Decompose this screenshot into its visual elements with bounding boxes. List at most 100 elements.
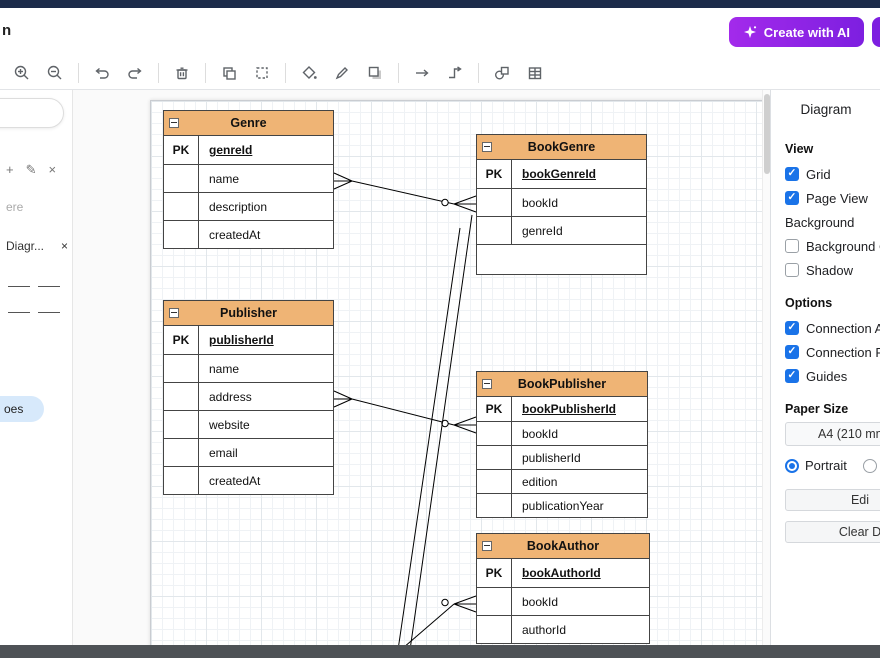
connection-points-option[interactable]: Connection Po: [785, 340, 880, 364]
line-shape[interactable]: [4, 273, 34, 299]
connection-arrows-label: Connection Ar: [806, 321, 880, 336]
background-color-option[interactable]: Background C: [785, 234, 880, 258]
table-row[interactable]: createdAt: [164, 220, 333, 248]
edit-button[interactable]: Edi: [785, 489, 880, 511]
arrow-icon[interactable]: [412, 63, 432, 83]
table-row[interactable]: address: [164, 382, 333, 410]
table-row[interactable]: authorId: [477, 615, 649, 643]
connector-icon[interactable]: [445, 63, 465, 83]
more-shapes-item[interactable]: oes: [0, 396, 44, 422]
zoom-out-icon[interactable]: [45, 63, 65, 83]
table-row[interactable]: edition: [477, 469, 647, 493]
collapse-icon[interactable]: [169, 308, 179, 318]
connection-arrows-option[interactable]: Connection Ar: [785, 316, 880, 340]
field-cell: email: [199, 439, 333, 466]
collapse-icon[interactable]: [482, 541, 492, 551]
connection-arrows-checkbox[interactable]: [785, 321, 799, 335]
create-with-ai-button[interactable]: Create with AI: [729, 17, 864, 47]
undo-icon[interactable]: [92, 63, 112, 83]
line-shape[interactable]: [34, 299, 64, 325]
guides-checkbox[interactable]: [785, 369, 799, 383]
line-color-icon[interactable]: [332, 63, 352, 83]
table-row[interactable]: PKgenreId: [164, 136, 333, 164]
field-cell: publicationYear: [512, 494, 647, 517]
table-row[interactable]: email: [164, 438, 333, 466]
close-icon[interactable]: ×: [49, 162, 57, 178]
edit-icon[interactable]: ✎: [26, 162, 37, 178]
search-input[interactable]: [0, 98, 64, 128]
table-row[interactable]: bookId: [477, 587, 649, 615]
fill-color-icon[interactable]: [299, 63, 319, 83]
view-section-label: View: [785, 142, 880, 156]
table-row[interactable]: bookId: [477, 421, 647, 445]
toolbar-divider: [478, 63, 479, 83]
grid-option[interactable]: Grid: [785, 162, 880, 186]
copy-icon[interactable]: [219, 63, 239, 83]
connection-points-checkbox[interactable]: [785, 345, 799, 359]
page-view-checkbox[interactable]: [785, 191, 799, 205]
table-row[interactable]: genreId: [477, 216, 646, 244]
add-icon[interactable]: +: [6, 162, 14, 178]
table-row[interactable]: PKpublisherId: [164, 326, 333, 354]
entity-bookpublisher[interactable]: BookPublisher PKbookPublisherId bookId p…: [476, 371, 648, 518]
table-row[interactable]: name: [164, 164, 333, 192]
guides-option[interactable]: Guides: [785, 364, 880, 388]
grid-checkbox[interactable]: [785, 167, 799, 181]
entity-bookgenre[interactable]: BookGenre PKbookGenreId bookId genreId: [476, 134, 647, 275]
field-cell: bookGenreId: [512, 160, 646, 188]
field-cell: publisherId: [199, 326, 333, 354]
diagram-canvas[interactable]: Genre PKgenreId name description created…: [73, 90, 762, 645]
table-row[interactable]: website: [164, 410, 333, 438]
line-shape[interactable]: [4, 299, 34, 325]
table-row[interactable]: bookId: [477, 188, 646, 216]
cutoff-purple-button[interactable]: [872, 17, 880, 47]
pk-cell: PK: [477, 160, 512, 188]
page-view-option[interactable]: Page View: [785, 186, 880, 210]
collapse-icon[interactable]: [169, 118, 179, 128]
pk-cell: PK: [477, 559, 512, 587]
background-color-checkbox[interactable]: [785, 239, 799, 253]
delete-icon[interactable]: [172, 63, 192, 83]
vertical-scrollbar[interactable]: [762, 90, 770, 645]
paper-size-select[interactable]: A4 (210 mm: [785, 422, 880, 446]
field-cell: description: [199, 193, 333, 220]
table-row[interactable]: PKbookPublisherId: [477, 397, 647, 421]
table-row[interactable]: createdAt: [164, 466, 333, 494]
entity-genre[interactable]: Genre PKgenreId name description created…: [163, 110, 334, 249]
entity-bookauthor[interactable]: BookAuthor PKbookAuthorId bookId authorI…: [476, 533, 650, 644]
toolbar-divider: [398, 63, 399, 83]
landscape-radio[interactable]: [863, 459, 877, 473]
shadow-option[interactable]: Shadow: [785, 258, 880, 282]
table-row[interactable]: PKbookGenreId: [477, 160, 646, 188]
insert-table-icon[interactable]: [525, 63, 545, 83]
field-cell: publisherId: [512, 446, 647, 469]
table-row[interactable]: publisherId: [477, 445, 647, 469]
zoom-in-icon[interactable]: [12, 63, 32, 83]
collapse-icon[interactable]: [482, 142, 492, 152]
field-cell: bookPublisherId: [512, 397, 647, 421]
select-dashed-icon[interactable]: [252, 63, 272, 83]
background-label-row: Background: [785, 210, 880, 234]
collapse-icon[interactable]: [482, 379, 492, 389]
field-cell: name: [199, 355, 333, 382]
line-shape[interactable]: [34, 273, 64, 299]
entity-title: Publisher: [220, 306, 277, 320]
table-row[interactable]: name: [164, 354, 333, 382]
table-row[interactable]: publicationYear: [477, 493, 647, 517]
shadow-icon[interactable]: [365, 63, 385, 83]
field-cell: genreId: [512, 217, 646, 244]
pk-cell: [477, 446, 512, 469]
redo-icon[interactable]: [125, 63, 145, 83]
table-row[interactable]: description: [164, 192, 333, 220]
table-row[interactable]: PKbookAuthorId: [477, 559, 649, 587]
file-name: n: [2, 22, 11, 39]
entity-publisher[interactable]: Publisher PKpublisherId name address web…: [163, 300, 334, 495]
shapes-icon[interactable]: [492, 63, 512, 83]
table-row-empty[interactable]: [477, 244, 646, 274]
section-close-icon[interactable]: ×: [61, 239, 68, 253]
pk-cell: [164, 355, 199, 382]
portrait-radio[interactable]: [785, 459, 799, 473]
clear-default-button[interactable]: Clear D: [785, 521, 880, 543]
shadow-checkbox[interactable]: [785, 263, 799, 277]
toolbar-divider: [78, 63, 79, 83]
